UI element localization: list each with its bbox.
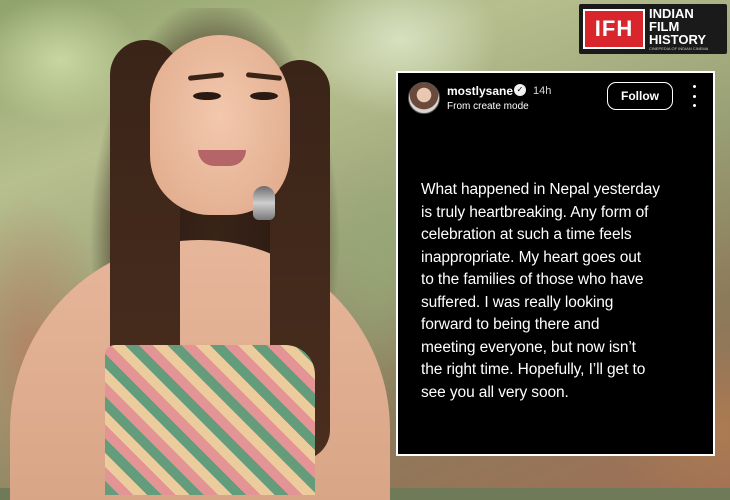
story-line: forward to being there and [421,316,600,333]
ifh-logo: IFH INDIAN FILM HISTORY CINEPEDIA OF IND… [579,4,727,54]
story-line: What happened in Nepal yesterday [421,181,660,198]
logo-word: FILM [649,18,680,34]
logo-tagline: CINEPEDIA OF INDIAN CINEMA [649,45,709,51]
follow-button[interactable]: Follow [607,82,673,110]
story-text: What happened in Nepal yesterday is trul… [421,179,699,404]
post-time: 14h [533,85,552,97]
avatar[interactable] [408,82,440,114]
username[interactable]: mostlysane [447,84,513,98]
story-line: to the families of those who have [421,271,644,288]
photo-earring [253,186,275,220]
story-line: the right time. Hopefully, I’ll get to [421,361,646,378]
post-subtitle: From create mode [447,101,529,112]
logo-word: HISTORY [649,31,707,47]
more-options-icon[interactable] [687,85,701,107]
photo-dress [105,345,315,495]
logo-mark: IFH [583,9,645,49]
story-line: meeting everyone, but now isn’t [421,338,636,356]
story-line: celebration at such a time feels [421,226,632,243]
story-line: see you all very soon. [421,383,569,401]
story-line: suffered. I was really looking [421,293,614,311]
story-card: mostlysane ✓ 14h From create mode Follow… [396,71,715,456]
story-line: inappropriate. My heart goes out [421,248,641,266]
photo-eye-left [193,92,221,100]
verified-badge-icon: ✓ [514,84,526,96]
logo-words: INDIAN FILM HISTORY CINEPEDIA OF INDIAN … [649,7,708,52]
logo-word: INDIAN [649,5,694,21]
story-header: mostlysane ✓ 14h From create mode Follow [398,73,713,123]
story-line: is truly heartbreaking. Any form of [421,203,649,221]
photo-eye-right [250,92,278,100]
